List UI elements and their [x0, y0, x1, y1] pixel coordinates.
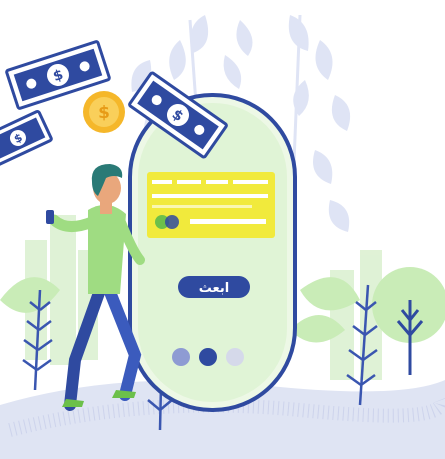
coin-icon: $ [83, 91, 125, 133]
leaf-icon [288, 14, 351, 261]
pagination-dot[interactable] [172, 348, 190, 366]
svg-text:$: $ [98, 103, 110, 123]
pagination-dot-active[interactable] [199, 348, 217, 366]
send-button-label: ابعث [199, 281, 229, 296]
pagination-dot[interactable] [226, 348, 244, 366]
pagination-dots [172, 348, 244, 366]
tree-icon [372, 267, 445, 375]
dollar-bill-icon: $ [0, 109, 53, 167]
money-transfer-illustration: ابعث $ $ $ $ [0, 14, 445, 459]
send-button[interactable]: ابعث [178, 276, 250, 298]
credit-card-icon [147, 172, 275, 238]
